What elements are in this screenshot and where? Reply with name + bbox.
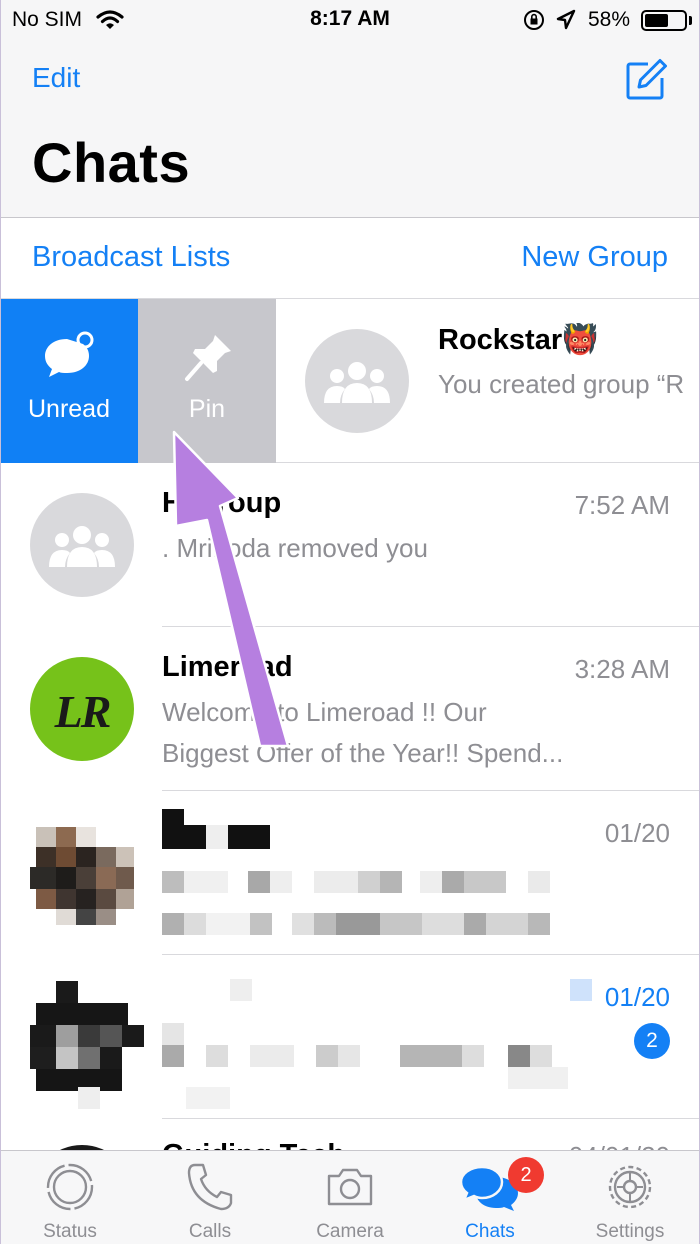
avatar-text: LR bbox=[54, 686, 112, 737]
battery-icon bbox=[641, 10, 687, 31]
chat-name: Hi group bbox=[162, 487, 282, 519]
camera-icon bbox=[280, 1161, 420, 1218]
unread-chat-icon bbox=[0, 331, 138, 388]
pin-label: Pin bbox=[188, 395, 226, 423]
chat-name: Rockstar👹 bbox=[438, 324, 599, 356]
chat-list-header: Broadcast Lists New Group bbox=[0, 219, 700, 299]
unread-label: Unread bbox=[28, 395, 110, 423]
tab-label: Status bbox=[43, 1221, 97, 1242]
status-icon bbox=[0, 1161, 140, 1218]
group-icon bbox=[324, 362, 390, 403]
tab-label: Camera bbox=[316, 1221, 384, 1242]
pin-action[interactable]: Pin bbox=[138, 299, 276, 463]
phone-icon bbox=[140, 1161, 280, 1218]
chat-row-redacted[interactable]: 01/20 2 bbox=[0, 955, 700, 1119]
chat-time: 3:28 AM bbox=[574, 654, 670, 684]
page-title: Chats bbox=[32, 131, 191, 194]
new-group-link[interactable]: New Group bbox=[521, 241, 668, 274]
frame-border-left bbox=[0, 0, 1, 1244]
chat-time: 7:52 AM bbox=[574, 490, 670, 520]
status-bar: No SIM 8:17 AM 58% bbox=[0, 0, 700, 42]
chats-unread-badge: 2 bbox=[508, 1157, 544, 1193]
chat-row-limeroad[interactable]: LR Limeroad 3:28 AM Welcome to Limeroad … bbox=[0, 627, 700, 791]
redacted-avatar bbox=[30, 823, 134, 927]
tab-label: Calls bbox=[188, 1221, 232, 1242]
tab-label: Chats bbox=[465, 1221, 515, 1242]
tab-label: Settings bbox=[595, 1221, 665, 1242]
chat-preview: You created group “R bbox=[438, 369, 685, 399]
pin-icon bbox=[138, 331, 276, 388]
group-icon bbox=[49, 526, 115, 567]
chat-time: 01/20 bbox=[604, 982, 670, 1012]
gear-icon bbox=[560, 1161, 700, 1218]
battery-tip bbox=[689, 16, 692, 25]
location-icon bbox=[556, 9, 576, 36]
tab-camera[interactable]: Camera bbox=[280, 1151, 420, 1244]
tab-settings[interactable]: Settings bbox=[560, 1151, 700, 1244]
tab-calls[interactable]: Calls bbox=[140, 1151, 280, 1244]
chat-time: 01/20 bbox=[604, 818, 670, 848]
chat-preview-line-1: Welcome to Limeroad !! Our bbox=[162, 697, 487, 727]
battery-percent: 58% bbox=[588, 8, 631, 31]
group-avatar bbox=[30, 493, 134, 597]
broadcast-lists-link[interactable]: Broadcast Lists bbox=[32, 241, 230, 274]
tab-bar: Status Calls Camera Chats Settings bbox=[0, 1150, 700, 1244]
tab-status[interactable]: Status bbox=[0, 1151, 140, 1244]
group-avatar bbox=[305, 329, 409, 433]
mark-unread-action[interactable]: Unread bbox=[0, 299, 138, 463]
chat-name: Limeroad bbox=[162, 651, 293, 683]
limeroad-avatar: LR bbox=[30, 657, 134, 761]
edit-button[interactable]: Edit bbox=[32, 62, 80, 94]
chat-row-hi-group[interactable]: Hi group 7:52 AM . Mrinoda removed you bbox=[0, 463, 700, 627]
chat-preview-line-2: Biggest Offer of the Year!! Spend... bbox=[162, 738, 564, 768]
unread-count-badge: 2 bbox=[634, 1023, 670, 1059]
compose-icon[interactable] bbox=[624, 58, 668, 107]
chat-row-redacted[interactable]: 01/20 bbox=[0, 791, 700, 955]
redacted-avatar bbox=[30, 981, 148, 1091]
navigation-bar: Edit Chats bbox=[0, 42, 700, 218]
orientation-lock-icon bbox=[522, 8, 546, 37]
chat-preview: . Mrinoda removed you bbox=[162, 533, 428, 563]
